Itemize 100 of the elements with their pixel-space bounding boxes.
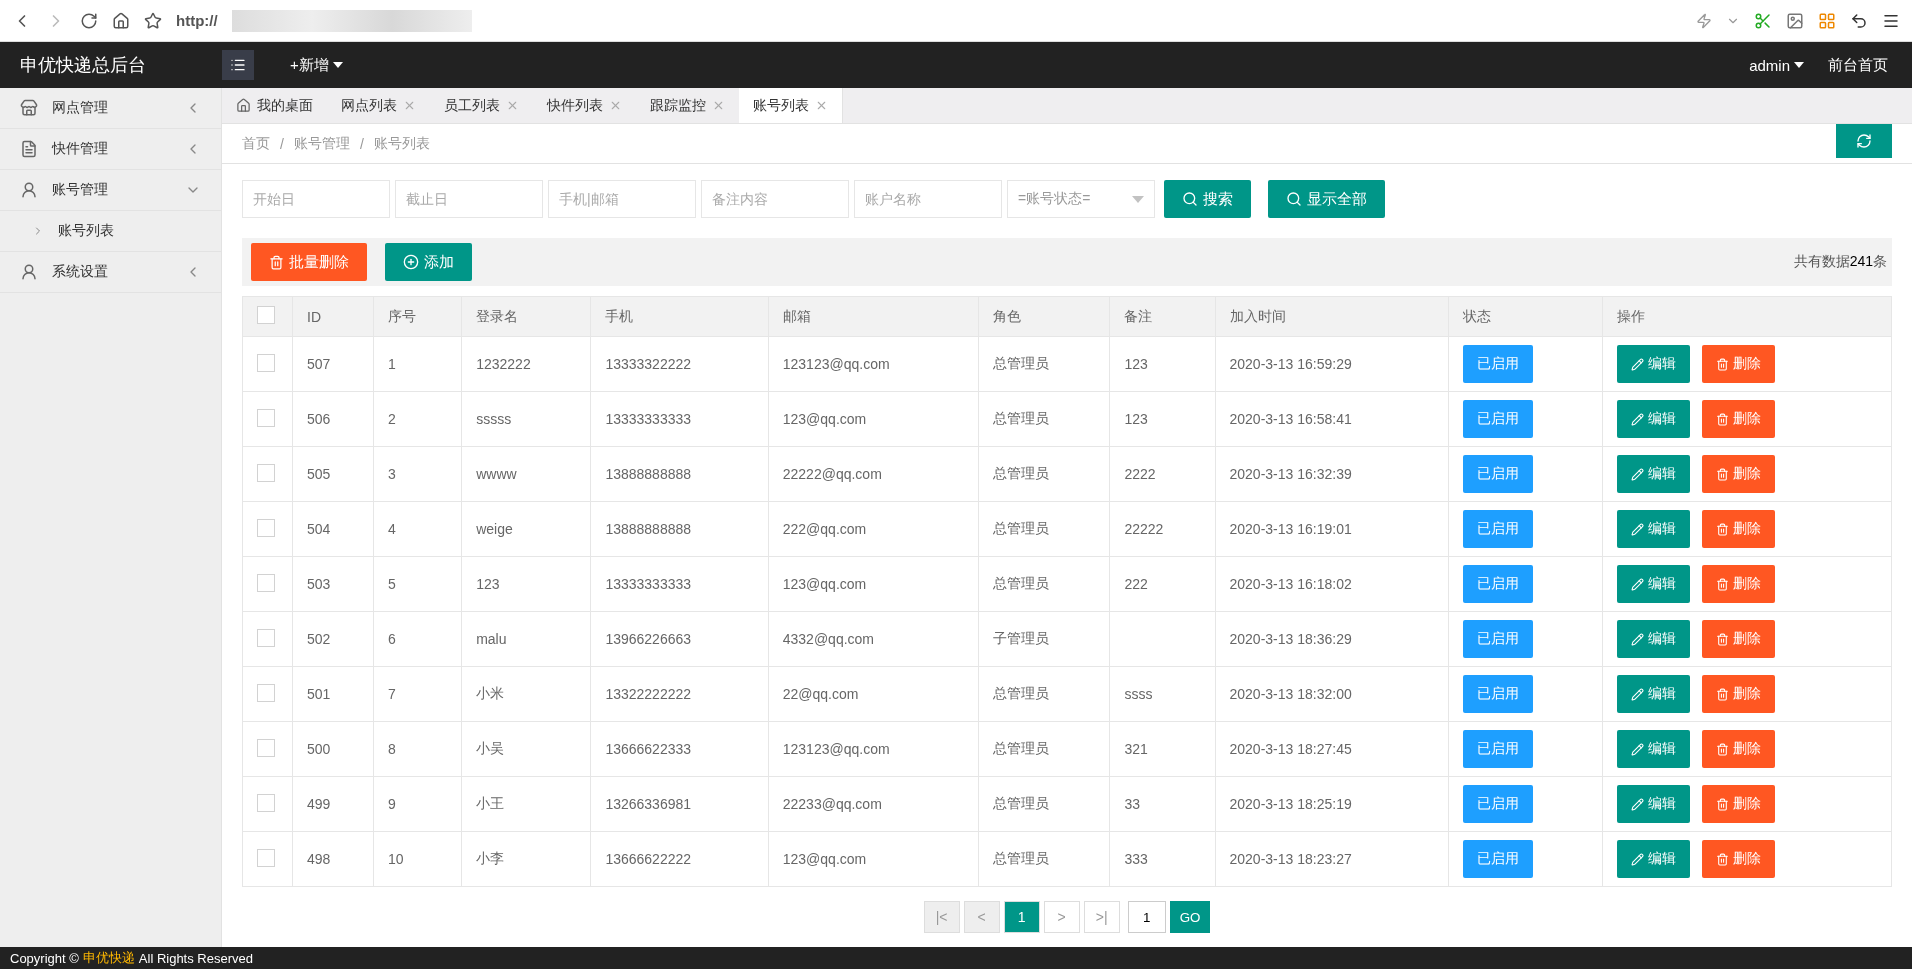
image-icon[interactable]: [1786, 11, 1804, 30]
rights-text: All Rights Reserved: [138, 950, 253, 966]
status-button[interactable]: 已启用: [1463, 510, 1534, 548]
row-checkbox[interactable]: [257, 628, 275, 647]
filter-field[interactable]: 截止日: [395, 180, 543, 218]
next-page-button[interactable]: >: [1043, 901, 1080, 933]
search-button[interactable]: 搜索: [1164, 180, 1251, 218]
filter-field[interactable]: 开始日: [242, 180, 390, 218]
row-checkbox[interactable]: [257, 683, 275, 702]
status-button[interactable]: 已启用: [1463, 455, 1534, 493]
row-checkbox[interactable]: [257, 793, 275, 812]
scissors-icon[interactable]: [1754, 11, 1772, 30]
delete-button[interactable]: 删除: [1701, 400, 1775, 438]
table-cell: 13333333333: [590, 391, 769, 447]
menu-toggle-button[interactable]: [222, 50, 254, 80]
column-header: ID: [292, 296, 374, 337]
row-checkbox[interactable]: [257, 738, 275, 757]
delete-button[interactable]: 删除: [1701, 455, 1775, 493]
row-checkbox[interactable]: [257, 573, 275, 592]
row-checkbox[interactable]: [257, 518, 275, 537]
row-checkbox[interactable]: [257, 463, 275, 482]
delete-button[interactable]: 删除: [1701, 840, 1775, 878]
show-all-button[interactable]: 显示全部: [1268, 180, 1385, 218]
filter-field[interactable]: 备注内容: [701, 180, 849, 218]
trash-icon: [1715, 797, 1729, 811]
table-cell: 505: [292, 446, 374, 502]
edit-button[interactable]: 编辑: [1616, 510, 1690, 548]
breadcrumb-link[interactable]: 账号管理: [293, 134, 350, 153]
column-header: 备注: [1109, 296, 1215, 337]
new-menu[interactable]: +新增: [290, 55, 343, 75]
filter-field[interactable]: 账户名称: [854, 180, 1002, 218]
status-button[interactable]: 已启用: [1463, 565, 1534, 603]
edit-button[interactable]: 编辑: [1616, 675, 1690, 713]
filter-field[interactable]: 手机|邮箱: [548, 180, 696, 218]
app-title: 申优快递总后台: [19, 54, 147, 77]
home-icon[interactable]: [112, 11, 130, 30]
close-icon: [815, 99, 828, 112]
table-cell: 501: [292, 666, 374, 722]
delete-button[interactable]: 删除: [1701, 345, 1775, 383]
status-button[interactable]: 已启用: [1463, 840, 1534, 878]
sidebar-item[interactable]: 网点管理: [0, 88, 221, 129]
brand-link[interactable]: 申优快递: [82, 949, 135, 967]
delete-button[interactable]: 删除: [1701, 565, 1775, 603]
sidebar-item[interactable]: 快件管理: [0, 129, 221, 170]
last-page-button[interactable]: >|: [1083, 901, 1120, 933]
tab[interactable]: 跟踪监控: [636, 88, 739, 123]
address-text[interactable]: http://: [176, 12, 218, 29]
status-button[interactable]: 已启用: [1463, 785, 1534, 823]
tab[interactable]: 网点列表: [327, 88, 430, 123]
sidebar-item[interactable]: 账号管理: [0, 170, 221, 211]
table-cell: malu: [461, 611, 591, 667]
tab[interactable]: 账号列表: [739, 88, 843, 123]
edit-button[interactable]: 编辑: [1616, 730, 1690, 768]
batch-delete-button[interactable]: 批量删除: [251, 243, 367, 281]
delete-button[interactable]: 删除: [1701, 510, 1775, 548]
undo-icon[interactable]: [1850, 11, 1868, 30]
tab[interactable]: 员工列表: [430, 88, 533, 123]
reload-icon[interactable]: [80, 11, 98, 30]
table-cell: 222: [1109, 556, 1215, 612]
delete-button[interactable]: 删除: [1701, 675, 1775, 713]
sidebar-item[interactable]: 系统设置: [0, 252, 221, 293]
edit-button[interactable]: 编辑: [1616, 620, 1690, 658]
status-button[interactable]: 已启用: [1463, 675, 1534, 713]
page-button[interactable]: 1: [1003, 901, 1040, 933]
lightning-icon[interactable]: [1696, 12, 1712, 29]
status-button[interactable]: 已启用: [1463, 730, 1534, 768]
status-select[interactable]: =账号状态=: [1007, 180, 1155, 218]
refresh-button[interactable]: [1836, 124, 1892, 158]
edit-button[interactable]: 编辑: [1616, 345, 1690, 383]
add-button[interactable]: 添加: [385, 243, 472, 281]
star-icon[interactable]: [144, 11, 162, 30]
delete-button[interactable]: 删除: [1701, 785, 1775, 823]
row-checkbox[interactable]: [257, 353, 275, 372]
first-page-button[interactable]: |<: [923, 901, 960, 933]
go-button[interactable]: GO: [1169, 901, 1211, 933]
select-all-checkbox[interactable]: [257, 306, 275, 324]
grid-icon[interactable]: [1818, 11, 1836, 30]
home-link[interactable]: 前台首页: [1828, 55, 1888, 75]
user-menu[interactable]: admin: [1749, 56, 1804, 74]
breadcrumb-link[interactable]: 首页: [242, 134, 270, 153]
status-button[interactable]: 已启用: [1463, 400, 1534, 438]
delete-button[interactable]: 删除: [1701, 620, 1775, 658]
edit-button[interactable]: 编辑: [1616, 400, 1690, 438]
tab[interactable]: 我的桌面: [222, 88, 327, 123]
delete-button[interactable]: 删除: [1701, 730, 1775, 768]
edit-button[interactable]: 编辑: [1616, 455, 1690, 493]
edit-button[interactable]: 编辑: [1616, 785, 1690, 823]
edit-button[interactable]: 编辑: [1616, 565, 1690, 603]
row-checkbox[interactable]: [257, 408, 275, 427]
page-input[interactable]: 1: [1127, 901, 1166, 933]
tab[interactable]: 快件列表: [533, 88, 636, 123]
edit-button[interactable]: 编辑: [1616, 840, 1690, 878]
row-checkbox[interactable]: [257, 848, 275, 867]
status-button[interactable]: 已启用: [1463, 620, 1534, 658]
status-button[interactable]: 已启用: [1463, 345, 1534, 383]
refresh-icon: [1856, 133, 1872, 149]
breadcrumb-link[interactable]: 账号列表: [373, 134, 430, 153]
prev-page-button[interactable]: <: [963, 901, 1000, 933]
table-cell: 123: [1109, 391, 1215, 447]
sidebar-subitem[interactable]: 账号列表: [0, 211, 221, 252]
